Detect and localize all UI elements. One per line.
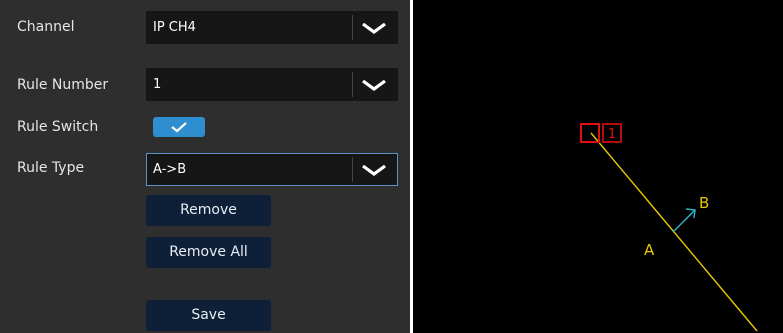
camera-preview[interactable]: 1 B A — [413, 0, 783, 333]
save-button[interactable]: Save — [146, 300, 271, 331]
arrow-head-icon — [685, 208, 696, 219]
rule-type-label: Rule Type — [17, 160, 85, 176]
chevron-down-icon — [362, 79, 386, 91]
rule-number-label: Rule Number — [17, 77, 109, 93]
remove-button[interactable]: Remove — [146, 195, 271, 226]
chevron-down-icon — [362, 22, 386, 34]
channel-label: Channel — [17, 19, 75, 35]
rule-number-select[interactable]: 1 — [146, 68, 398, 101]
remove-all-button[interactable]: Remove All — [146, 237, 271, 268]
chevron-down-icon — [362, 164, 386, 176]
rule-switch-toggle[interactable] — [153, 117, 205, 137]
point-b-label: B — [699, 194, 709, 212]
settings-panel: Channel IP CH4 Rule Number 1 Rule Switch… — [0, 0, 410, 333]
rule-type-value: A->B — [153, 162, 187, 177]
select-divider — [352, 15, 353, 40]
channel-value: IP CH4 — [153, 20, 196, 35]
select-divider — [352, 72, 353, 97]
rule-overlay: 1 B A — [580, 123, 758, 332]
rule-switch-label: Rule Switch — [17, 119, 99, 135]
direction-arrow — [672, 209, 696, 233]
select-divider — [352, 157, 353, 182]
rule-index-label: 1 — [608, 127, 616, 142]
checkmark-icon — [171, 122, 187, 133]
channel-select[interactable]: IP CH4 — [146, 11, 398, 44]
tripwire-line — [590, 132, 758, 332]
rule-type-select[interactable]: A->B — [146, 153, 398, 186]
point-a-label: A — [644, 241, 655, 259]
rule-number-value: 1 — [153, 77, 162, 92]
